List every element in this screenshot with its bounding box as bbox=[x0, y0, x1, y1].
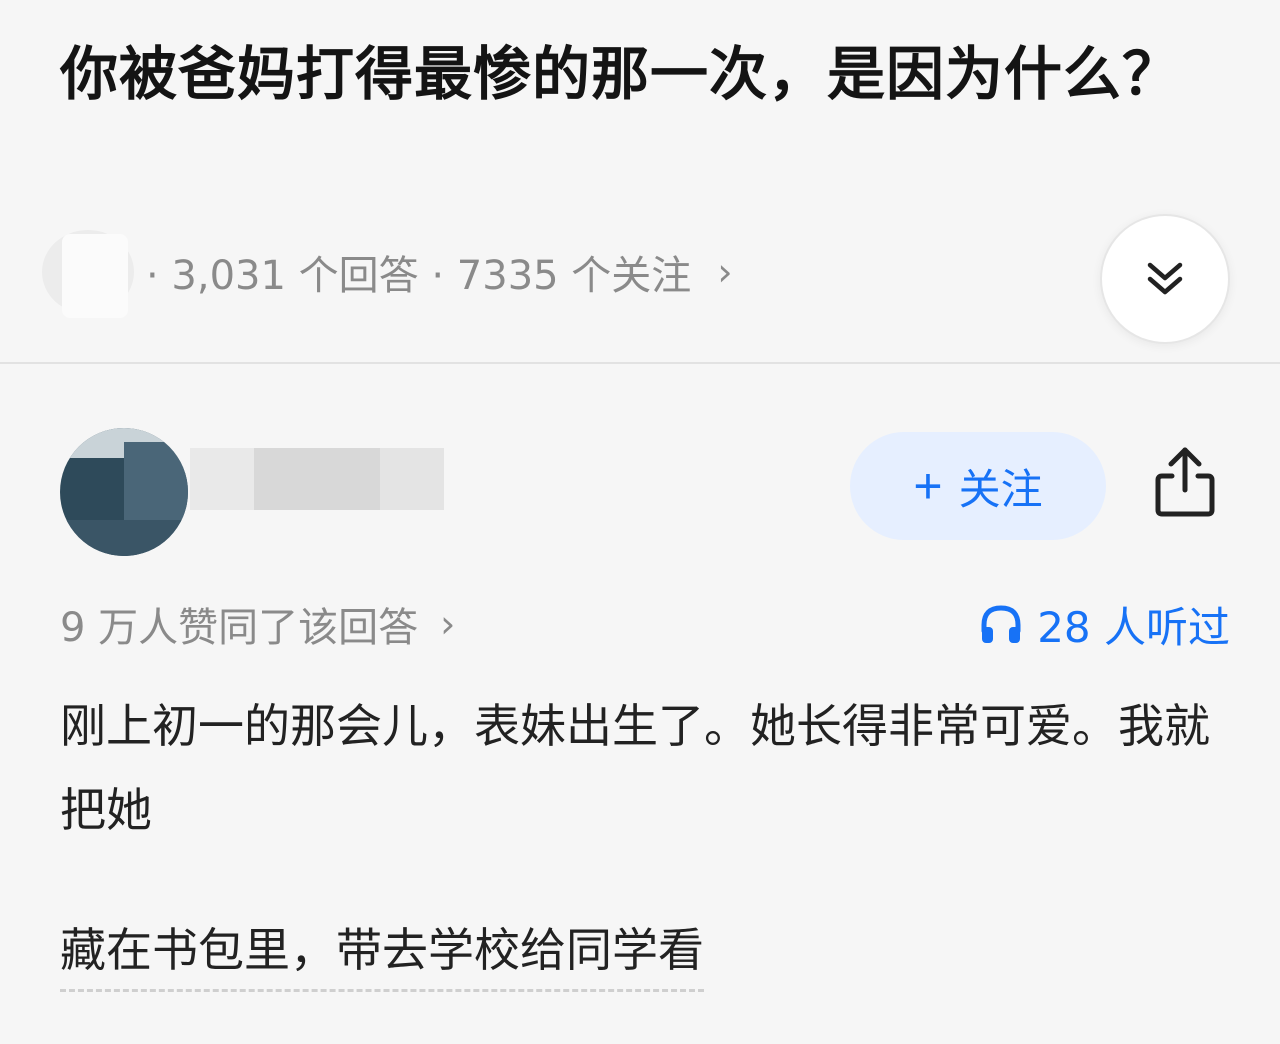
headphones-icon bbox=[981, 605, 1021, 643]
chevron-right-icon: › bbox=[717, 250, 733, 294]
listen-info[interactable]: 28 人听过 bbox=[979, 594, 1230, 655]
blurred-author-name[interactable] bbox=[190, 448, 444, 510]
upvote-count: 9 万人赞同了该回答 bbox=[60, 605, 419, 651]
avatar[interactable] bbox=[60, 428, 188, 556]
answer-page: 你被爸妈打得最惨的那一次，是因为什么？ · 3,031 个回答 · 7335 个… bbox=[0, 0, 1280, 1044]
blurred-topic-image bbox=[62, 234, 128, 318]
question-meta[interactable]: · 3,031 个回答 · 7335 个关注 › bbox=[42, 230, 733, 318]
follow-label: 关注 bbox=[958, 465, 1043, 513]
listen-count: 28 人听过 bbox=[1037, 602, 1230, 652]
double-chevron-down-icon bbox=[1147, 262, 1183, 295]
answer-paragraph: 刚上初一的那会儿，表妹出生了。她长得非常可爱。我就把她 bbox=[60, 699, 1210, 837]
collapse-button[interactable] bbox=[1100, 214, 1230, 344]
divider bbox=[0, 362, 1280, 364]
follow-button[interactable]: + 关注 bbox=[850, 432, 1106, 540]
upvote-summary[interactable]: 9 万人赞同了该回答 › bbox=[60, 595, 455, 653]
share-icon bbox=[1155, 447, 1215, 517]
answer-follow-count: · 3,031 个回答 · 7335 个关注 bbox=[146, 253, 692, 299]
share-button[interactable] bbox=[1150, 442, 1220, 522]
question-title[interactable]: 你被爸妈打得最惨的那一次，是因为什么？ bbox=[60, 22, 1230, 126]
answer-content[interactable]: 刚上初一的那会儿，表妹出生了。她长得非常可爱。我就把她 藏在书包里，带去学校给同… bbox=[60, 684, 1220, 992]
plus-icon: + bbox=[913, 458, 943, 514]
chevron-right-icon: › bbox=[440, 602, 456, 646]
topic-avatar bbox=[42, 230, 134, 318]
author-row: + 关注 bbox=[42, 420, 1242, 560]
answer-paragraph-underlined: 藏在书包里，带去学校给同学看 bbox=[60, 911, 704, 992]
stats-row: 9 万人赞同了该回答 › 28 人听过 bbox=[60, 594, 1230, 654]
